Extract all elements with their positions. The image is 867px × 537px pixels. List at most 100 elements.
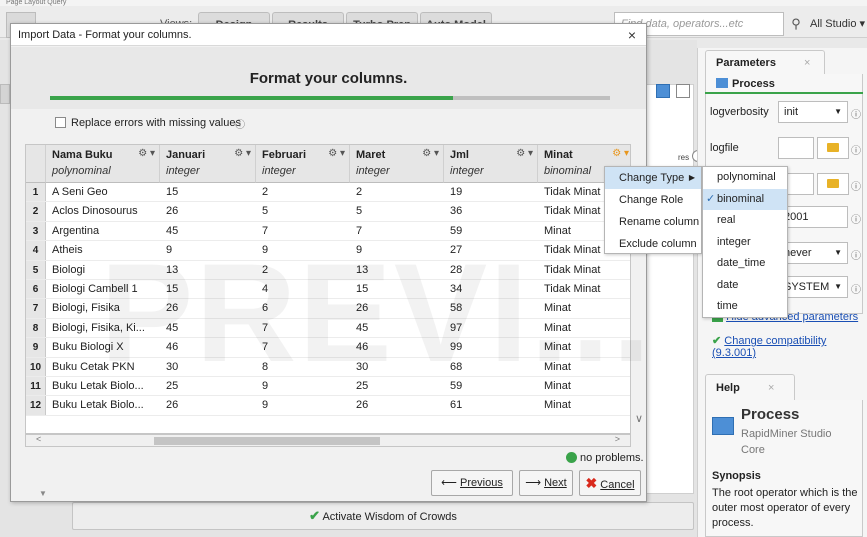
send-mail-select[interactable]: never ▼ [778,242,848,264]
checkmark-icon: ✓ [706,192,716,205]
table-cell[interactable]: 2 [256,183,350,201]
table-cell[interactable]: 5 [350,202,444,220]
chevron-right-icon: ▶ [688,173,695,182]
column-header[interactable]: Jml integer ⚙ ▾ [444,145,538,183]
table-cell[interactable]: 9 [256,396,350,414]
gear-icon[interactable]: ⚙ ▾ [612,148,629,159]
process-icon [712,417,734,435]
gear-icon[interactable]: ⚙ ▾ [516,148,533,159]
scroll-left-icon[interactable]: < [36,434,41,444]
table-cell[interactable]: 2 [350,183,444,201]
info-icon[interactable]: ⓘ [851,211,861,226]
type-option[interactable]: real [703,210,787,232]
menu-item-exclude-column[interactable]: Exclude column [605,233,701,255]
tab-parameters[interactable]: Parameters × [705,50,825,74]
encoding-select[interactable]: SYSTEM ▼ [778,276,848,298]
replace-errors-label: Replace errors with missing values [71,117,241,129]
type-option[interactable]: date [703,275,787,297]
perspective-dropdown[interactable]: All Studio ▾ [810,12,867,36]
menu-item-rename-column[interactable]: Rename column [605,211,701,233]
info-icon[interactable]: ⓘ [851,281,861,296]
info-icon[interactable]: ⓘ [235,116,245,131]
table-cell[interactable]: 36 [444,202,538,220]
resultfile-browse-button[interactable] [817,173,849,195]
gear-icon[interactable]: ⚙ ▾ [422,148,439,159]
table-cell[interactable]: 26 [350,396,444,414]
logfile-input[interactable] [778,137,814,159]
row-number: 4 [26,241,46,260]
tab-help[interactable]: Help × [705,374,795,400]
table-row: 2 Aclos Dinosourus 26 5 5 36 Tidak Minat [26,202,630,222]
cancel-button[interactable]: ✖ Cancel [579,470,641,496]
menu-item-label: Change Type [619,172,685,184]
preview-watermark: PREVI... [100,234,653,391]
change-compatibility-link[interactable]: ✔ Change compatibility (9.3.001) [712,334,867,359]
table-cell[interactable]: A Seni Geo [46,183,160,201]
table-cell[interactable]: 61 [444,396,538,414]
type-option[interactable]: integer [703,232,787,254]
table-cell[interactable]: 5 [256,202,350,220]
scroll-thumb[interactable] [154,437,380,445]
column-type: integer [262,165,296,177]
row-number: 3 [26,221,46,241]
horizontal-scrollbar[interactable]: < > [25,434,631,447]
check-circle-icon [566,452,577,463]
info-icon[interactable]: ⓘ [851,106,861,121]
help-title: Process [741,406,800,423]
row-number: 12 [26,396,46,415]
table-cell[interactable]: Buku Letak Biolo... [46,396,160,414]
info-icon[interactable]: ⓘ [851,247,861,262]
info-icon[interactable]: ⓘ [851,142,861,157]
previous-label: Previous [460,477,503,489]
scroll-right-icon[interactable]: > [615,434,620,444]
column-header[interactable]: Februari integer ⚙ ▾ [256,145,350,183]
previous-button[interactable]: ⟵ Previous [431,470,513,496]
gear-icon[interactable]: ⚙ ▾ [234,148,251,159]
canvas-tool-icon[interactable] [656,84,670,98]
table-cell[interactable]: 26 [160,396,256,414]
param-label-logfile: logfile [710,142,739,154]
gear-icon[interactable]: ⚙ ▾ [328,148,345,159]
type-option-label: date [717,278,739,291]
next-button[interactable]: ⟶ Next [519,470,573,496]
table-cell[interactable]: Aclos Dinosourus [46,202,160,220]
column-header[interactable]: Maret integer ⚙ ▾ [350,145,444,183]
gear-icon[interactable]: ⚙ ▾ [138,148,155,159]
change-compatibility-label: Change compatibility (9.3.001) [712,335,827,359]
replace-errors-checkbox[interactable] [55,117,66,128]
menu-item-change-role[interactable]: Change Role [605,189,701,211]
chevron-down-icon[interactable]: ▼ [39,489,47,498]
logverbosity-select[interactable]: init ▼ [778,101,848,123]
close-icon[interactable]: × [768,375,774,401]
wizard-progress-fill [50,96,454,100]
chevron-down-icon: ▼ [834,282,842,291]
type-option[interactable]: date_time [703,253,787,275]
table-cell[interactable]: 19 [444,183,538,201]
folder-icon [827,179,839,188]
info-icon[interactable]: ⓘ [851,178,861,193]
activate-wisdom-button[interactable]: ✔ Activate Wisdom of Crowds [72,502,694,530]
help-subtitle: RapidMiner Studio Core [741,428,832,456]
close-icon[interactable]: × [624,24,640,46]
menu-item-change-type[interactable]: Change Type ▶ [605,167,701,189]
table-cell[interactable]: 26 [160,202,256,220]
logfile-browse-button[interactable] [817,137,849,159]
table-cell[interactable]: Minat [538,396,630,414]
canvas-grid-icon[interactable] [676,84,690,98]
arrow-left-icon: ⟵ [441,477,457,489]
type-option-label: time [717,300,738,312]
column-header[interactable]: Nama Buku polynominal ⚙ ▾ [46,145,160,183]
close-icon[interactable]: × [804,51,810,75]
parameters-accent-line [705,92,863,94]
random-seed-input[interactable]: 2001 [778,206,848,228]
column-type: integer [450,165,484,177]
type-option[interactable]: time [703,296,787,318]
row-number: 5 [26,260,46,279]
column-header[interactable]: Januari integer ⚙ ▾ [160,145,256,183]
type-option[interactable]: polynominal [703,167,787,189]
table-cell[interactable]: 15 [160,183,256,201]
editor-side-handle[interactable] [0,84,10,104]
search-icon[interactable]: ⚲ [786,14,806,34]
type-option[interactable]: ✓ binominal [703,188,787,210]
scroll-down-icon[interactable]: ∨ [635,412,643,425]
